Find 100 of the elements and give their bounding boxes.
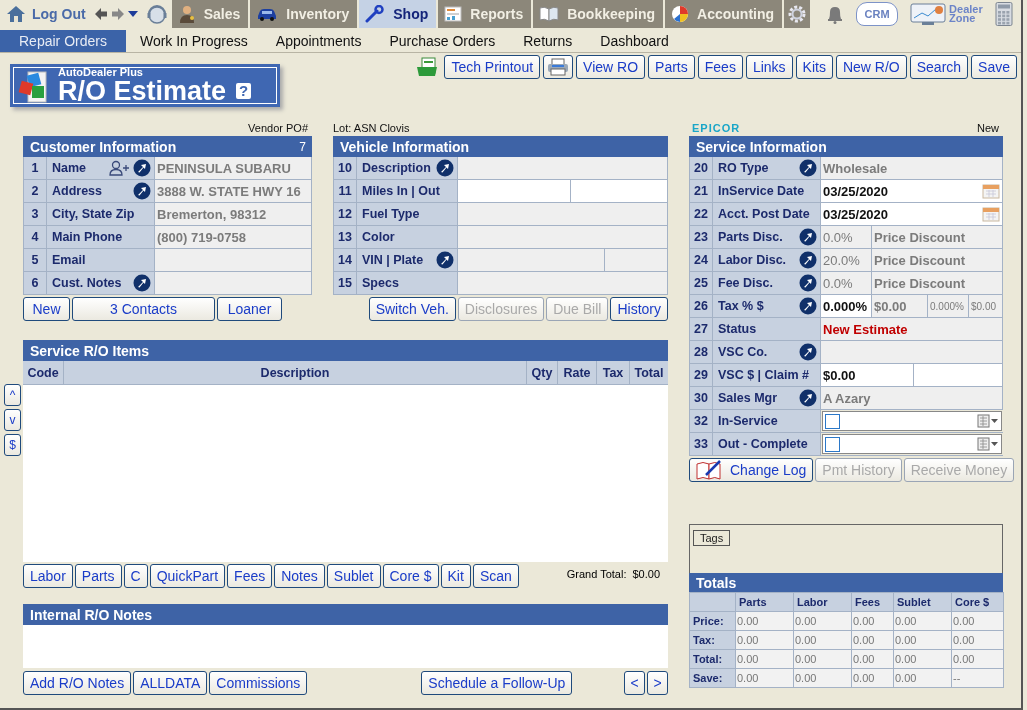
add-item-button[interactable]: Core $ — [382, 564, 439, 588]
input-field[interactable] — [458, 180, 571, 202]
panel-button[interactable]: Loaner — [217, 297, 282, 321]
menu-item[interactable]: Purchase Orders — [375, 30, 510, 52]
headset-icon[interactable] — [145, 3, 168, 25]
add-item-button[interactable]: QuickPart — [149, 564, 226, 588]
toolbar-button[interactable]: Kits — [795, 55, 833, 79]
panel-button[interactable]: 3 Contacts — [72, 297, 215, 321]
dashboard-chart-icon[interactable] — [910, 3, 947, 25]
panel-button[interactable]: History — [610, 297, 668, 321]
calculator-icon[interactable] — [995, 2, 1014, 26]
field-label: Description — [362, 161, 431, 175]
value-field: PENINSULA SUBARU — [155, 157, 312, 179]
add-item-button[interactable]: Parts — [74, 564, 122, 588]
arrow-circle-icon[interactable] — [799, 251, 817, 269]
column-header: Labor — [793, 592, 852, 612]
pager-button[interactable]: > — [647, 671, 668, 695]
arrow-circle-icon[interactable] — [133, 274, 151, 292]
caret-icon[interactable] — [127, 10, 138, 18]
arrow-circle-icon[interactable] — [133, 159, 151, 177]
back-arrow-icon[interactable] — [93, 7, 108, 21]
toolbar-button[interactable]: Links — [745, 55, 793, 79]
toolbar-button[interactable]: Search — [909, 55, 969, 79]
arrow-circle-icon[interactable] — [133, 182, 151, 200]
menu-item[interactable]: Appointments — [261, 30, 376, 52]
commissions-button[interactable]: Commissions — [209, 671, 308, 695]
add-notes-button[interactable]: Add R/O Notes — [23, 671, 132, 695]
tags-button[interactable]: Tags — [693, 530, 731, 546]
toolbar-button[interactable]: Parts — [648, 55, 695, 79]
crm-cloud-button[interactable]: CRM — [856, 2, 899, 26]
move-button[interactable]: $ — [4, 434, 21, 456]
panel-button[interactable]: New — [23, 297, 70, 321]
toolbar-button[interactable]: Tech Printout — [444, 55, 541, 79]
module-tab[interactable]: Shop — [359, 0, 437, 28]
arrow-circle-icon[interactable] — [436, 251, 454, 269]
panel-title: Internal R/O Notes — [30, 606, 153, 623]
printer-icon — [547, 58, 570, 76]
print-button[interactable] — [543, 55, 574, 79]
value-field: Wholesale — [821, 157, 1003, 179]
value-field: $0.00 — [872, 295, 928, 317]
menu-item[interactable]: Repair Orders — [0, 30, 126, 52]
alldata-button[interactable]: ALLDATA — [133, 671, 208, 695]
log-out-link[interactable]: Log Out — [6, 5, 86, 23]
add-item-button[interactable]: Labor — [23, 564, 73, 588]
panel-title: Totals — [696, 574, 737, 591]
table-cell: 0.00 — [793, 668, 852, 688]
date-field[interactable]: 03/25/2020 — [821, 203, 1003, 225]
arrow-circle-icon[interactable] — [436, 159, 454, 177]
row-number: 2 — [23, 180, 47, 202]
arrow-circle-icon[interactable] — [799, 389, 817, 407]
add-person-icon[interactable] — [109, 160, 129, 176]
add-item-button[interactable]: C — [123, 564, 148, 588]
arrow-circle-icon[interactable] — [799, 159, 817, 177]
toolbar-button[interactable]: New R/O — [835, 55, 907, 79]
arrow-circle-icon[interactable] — [799, 274, 817, 292]
add-item-button[interactable]: Kit — [440, 564, 471, 588]
table-cell: 0.00 — [851, 630, 894, 650]
check-field[interactable] — [822, 411, 1002, 431]
follow-up-button[interactable]: Schedule a Follow-Up — [421, 671, 573, 695]
pie-chart-icon — [671, 5, 690, 23]
date-field[interactable]: 03/25/2020 — [821, 180, 1003, 202]
menu-item[interactable]: Returns — [509, 30, 587, 52]
toolbar-button[interactable]: Fees — [697, 55, 743, 79]
toolbar-button[interactable]: View RO — [576, 55, 646, 79]
add-item-button[interactable]: Notes — [274, 564, 325, 588]
arrow-circle-icon[interactable] — [799, 228, 817, 246]
add-item-button[interactable]: Sublet — [326, 564, 381, 588]
value-field: 3888 W. STATE HWY 16 — [155, 180, 312, 202]
panel-button[interactable]: Change Log — [689, 458, 814, 482]
check-field[interactable] — [822, 434, 1002, 454]
calendar-dropdown-icon[interactable] — [977, 437, 999, 451]
calendar-dropdown-icon[interactable] — [977, 414, 999, 428]
table-cell: 0.00 — [893, 611, 952, 631]
input-field[interactable] — [914, 364, 1003, 386]
value-field: 0.000% — [928, 295, 969, 317]
add-item-button[interactable]: Fees — [227, 564, 273, 588]
checkbox[interactable] — [825, 436, 840, 452]
toolbar-button[interactable]: Save — [971, 55, 1017, 79]
move-button[interactable]: ^ — [4, 384, 21, 406]
arrow-circle-icon[interactable] — [799, 343, 817, 361]
panel-button[interactable]: Switch Veh. — [368, 297, 456, 321]
field-label: Fee Disc. — [718, 276, 773, 290]
column-header: Parts — [735, 592, 794, 612]
input-field[interactable]: 0.000% — [821, 295, 872, 317]
table-cell: 0.00 — [851, 611, 894, 631]
input-field[interactable]: $0.00 — [821, 364, 914, 386]
input-field[interactable] — [571, 180, 668, 202]
row-number: 33 — [689, 433, 713, 455]
table-cell: 0.00 — [793, 630, 852, 650]
spreadsheet-icon — [416, 57, 439, 77]
move-button[interactable]: v — [4, 409, 21, 431]
help-button[interactable]: ? — [236, 83, 252, 99]
checkbox[interactable] — [825, 413, 840, 429]
add-item-button[interactable]: Scan — [472, 564, 519, 588]
bell-icon[interactable] — [826, 4, 845, 24]
panel-title: Service Information — [696, 138, 827, 155]
menu-item[interactable]: Work In Progress — [125, 30, 262, 52]
menu-item[interactable]: Dashboard — [586, 30, 683, 52]
arrow-circle-icon[interactable] — [799, 297, 817, 315]
pager-button[interactable]: < — [624, 671, 645, 695]
